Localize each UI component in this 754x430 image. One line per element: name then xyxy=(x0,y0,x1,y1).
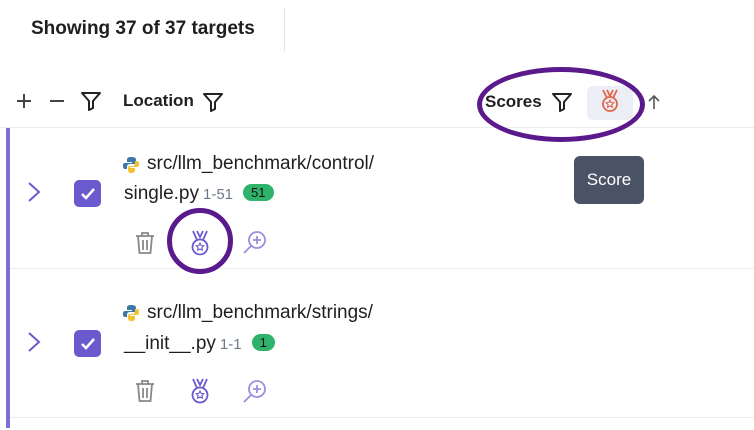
score-badge: 51 xyxy=(243,184,274,201)
file-path-dir[interactable]: src/llm_benchmark/strings/ xyxy=(147,302,373,324)
trash-icon[interactable] xyxy=(133,378,157,404)
file-name[interactable]: __init__.py xyxy=(124,333,216,354)
plus-icon[interactable] xyxy=(14,91,34,111)
scores-filter-icon[interactable] xyxy=(550,90,574,114)
zoom-in-icon[interactable] xyxy=(241,377,269,405)
file-path-name-line[interactable]: single.py 1-51 51 xyxy=(124,183,274,205)
location-column-header[interactable]: Location xyxy=(123,91,194,111)
python-file-icon xyxy=(122,156,140,174)
expand-chevron-icon[interactable] xyxy=(26,180,42,204)
line-range: 1-51 xyxy=(203,186,234,203)
expand-chevron-icon[interactable] xyxy=(26,330,42,354)
zoom-in-icon[interactable] xyxy=(241,228,269,256)
row-checkbox[interactable] xyxy=(74,330,101,357)
location-filter-icon[interactable] xyxy=(201,90,225,114)
minus-icon[interactable] xyxy=(47,91,67,111)
arrow-up-icon[interactable] xyxy=(646,93,662,111)
file-path-name-line[interactable]: __init__.py 1-1 1 xyxy=(124,333,275,355)
results-count-text: Showing 37 of 37 targets xyxy=(31,18,255,39)
row-checkbox[interactable] xyxy=(74,180,101,207)
trash-icon[interactable] xyxy=(133,230,157,256)
table-row[interactable] xyxy=(10,270,754,418)
scores-column-header[interactable]: Scores xyxy=(485,92,542,112)
score-tooltip: Score xyxy=(574,156,644,204)
file-name[interactable]: single.py xyxy=(124,183,199,204)
results-toolbar: Showing 37 of 37 targets xyxy=(0,0,754,58)
medal-icon[interactable] xyxy=(186,376,214,406)
filter-icon[interactable] xyxy=(79,89,103,113)
line-range: 1-1 xyxy=(219,336,242,353)
python-file-icon xyxy=(122,304,140,322)
medal-icon[interactable] xyxy=(186,228,214,258)
file-path-dir[interactable]: src/llm_benchmark/control/ xyxy=(147,153,374,175)
score-sort-button[interactable] xyxy=(587,86,633,120)
table-header xyxy=(0,72,754,128)
score-badge: 1 xyxy=(251,334,275,351)
medal-icon xyxy=(598,88,622,119)
